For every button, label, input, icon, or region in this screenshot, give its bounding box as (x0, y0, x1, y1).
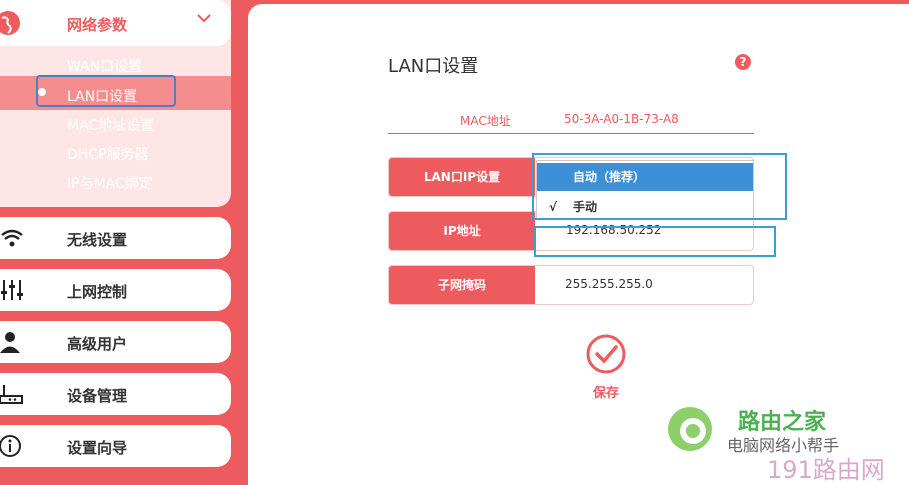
sidebar-item-label: 设备管理 (67, 387, 128, 405)
sidebar-item-advanced-user[interactable]: 高级用户 (0, 321, 231, 363)
annotation-box (532, 153, 787, 220)
save-check-icon[interactable] (586, 334, 626, 374)
ip-address-label: IP地址 (389, 212, 535, 250)
wifi-icon (1, 229, 23, 247)
subnet-mask-input[interactable]: 255.255.255.0 (565, 277, 653, 291)
sidebar-item-label: 高级用户 (67, 335, 128, 353)
menu-group-network: 网络参数 WAN口设置 LAN口设置 MAC地址设置 DHCP服务器 IP与MA… (0, 0, 231, 207)
sub-item-wan[interactable]: WAN口设置 (67, 56, 142, 76)
chevron-down-icon[interactable] (196, 10, 212, 26)
sub-item-mac[interactable]: MAC地址设置 (67, 115, 154, 135)
sub-item-dhcp[interactable]: DHCP服务器 (67, 144, 149, 164)
sidebar-item-label: 上网控制 (67, 283, 128, 301)
sidebar: 网络参数 WAN口设置 LAN口设置 MAC地址设置 DHCP服务器 IP与MA… (0, 0, 248, 485)
mac-value: 50-3A-A0-1B-73-A8 (564, 112, 679, 126)
help-icon[interactable]: ? (735, 54, 751, 70)
info-icon (0, 435, 21, 457)
menu-label-network: 网络参数 (67, 16, 128, 34)
device-icon (0, 385, 23, 404)
globe-icon (0, 11, 20, 35)
annotation-box (534, 226, 776, 257)
sub-item-ipmac[interactable]: IP与MAC绑定 (67, 173, 153, 193)
subnet-mask-row: 子网掩码 255.255.255.0 (388, 265, 754, 305)
page-title: LAN口设置 (388, 56, 479, 77)
save-button[interactable]: 保存 (593, 382, 619, 401)
sliders-icon (1, 280, 23, 300)
sidebar-item-device-management[interactable]: 设备管理 (0, 373, 231, 415)
subnet-mask-label: 子网掩码 (389, 266, 535, 304)
lan-ip-mode-label: LAN口IP设置 (389, 158, 535, 196)
mac-label: MAC地址 (460, 114, 511, 128)
mac-address-row: MAC地址 50-3A-A0-1B-73-A8 (388, 110, 754, 134)
sidebar-item-access-control[interactable]: 上网控制 (0, 269, 231, 311)
watermark-logo-icon (668, 407, 712, 451)
menu-header-network[interactable]: 网络参数 (0, 0, 231, 46)
sidebar-item-label: 设置向导 (67, 439, 128, 457)
user-icon (0, 332, 20, 353)
annotation-box (36, 75, 176, 107)
sidebar-item-wireless[interactable]: 无线设置 (0, 217, 231, 259)
sidebar-item-setup-wizard[interactable]: 设置向导 (0, 425, 231, 467)
sidebar-item-label: 无线设置 (67, 231, 128, 249)
watermark-site: 191路由网 (767, 456, 885, 484)
